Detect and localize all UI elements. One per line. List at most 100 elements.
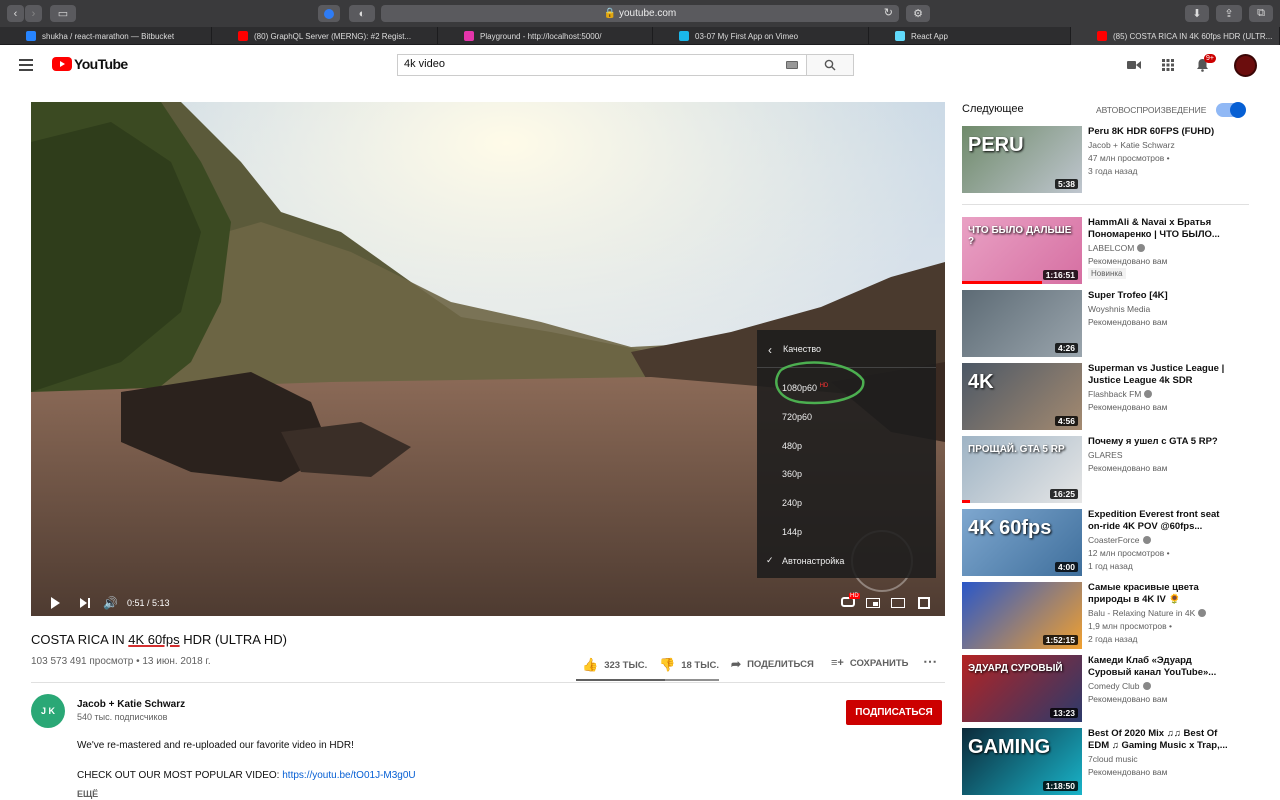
recommended-channel[interactable]: LABELCOM <box>1088 243 1146 253</box>
video-thumbnail[interactable]: 4:26 <box>962 290 1082 357</box>
hd-settings-icon[interactable]: HD <box>849 593 860 599</box>
recommended-channel[interactable]: 7cloud music <box>1088 754 1138 764</box>
back-button[interactable]: ‹ <box>7 5 24 22</box>
playlist-add-icon: ≡+ <box>831 657 844 669</box>
recommended-title[interactable]: Почему я ушел с GTA 5 RP? <box>1088 436 1238 448</box>
search-input[interactable]: 4k video <box>397 54 807 76</box>
title-line: Пономаренко | ЧТО БЫЛО... <box>1088 228 1220 240</box>
shield-icon[interactable]: ◐ <box>349 5 375 22</box>
video-thumbnail[interactable]: 4K 4:56 <box>962 363 1082 430</box>
recommended-title[interactable]: Best Of 2020 Mix ♫♫ Best Of EDM ♫ Gaming … <box>1088 728 1238 751</box>
recommended-video[interactable]: 1:52:15 Самые красивые цвета природы в 4K … <box>962 582 1250 650</box>
recommended-video[interactable]: ЧТО БЫЛО ДАЛЬШЕ ? 1:16:51 HammAli & Navai … <box>962 217 1250 285</box>
recommended-channel[interactable]: Woyshnis Media <box>1088 304 1150 314</box>
recommended-title[interactable]: Superman vs Justice League | Justice Leag… <box>1088 363 1238 386</box>
logo-text: YouTube <box>74 56 128 72</box>
user-avatar[interactable] <box>1234 54 1257 77</box>
recommended-channel[interactable]: Jacob + Katie Schwarz <box>1088 140 1175 150</box>
show-more-button[interactable]: ЕЩЁ <box>77 789 98 799</box>
search-button[interactable] <box>807 54 854 76</box>
video-thumbnail[interactable]: ПРОЩАЙ. GTA 5 RP 16:25 <box>962 436 1082 503</box>
video-thumbnail[interactable]: ЧТО БЫЛО ДАЛЬШЕ ? 1:16:51 <box>962 217 1082 284</box>
recommended-video[interactable]: GAMING 1:18:50 Best Of 2020 Mix ♫♫ Best Of… <box>962 728 1250 796</box>
channel-avatar[interactable]: J K <box>31 694 65 728</box>
channel-label: Woyshnis Media <box>1088 304 1151 314</box>
share-icon[interactable]: ⇪ <box>1216 5 1242 22</box>
video-thumbnail[interactable]: GAMING 1:18:50 <box>962 728 1082 795</box>
save-button[interactable]: ≡+ СОХРАНИТЬ <box>831 657 909 669</box>
description-link[interactable]: https://youtu.be/tO01J-M3g0U <box>282 770 415 781</box>
video-duration: 4:26 <box>1054 343 1078 353</box>
recommended-video[interactable]: 4K 4:56 Superman vs Justice League | Justic… <box>962 363 1250 431</box>
apps-grid-icon[interactable] <box>1159 56 1177 74</box>
recommended-title[interactable]: Peru 8K HDR 60FPS (FUHD) <box>1088 126 1238 138</box>
recommended-title[interactable]: HammAli & Navai x Братья Пономаренко | ЧТ… <box>1088 217 1238 240</box>
autoplay-toggle[interactable] <box>1216 102 1246 118</box>
theater-mode-icon[interactable] <box>891 598 905 608</box>
channel-avatar-text: J K <box>40 706 55 716</box>
next-icon[interactable] <box>80 598 92 608</box>
recommended-video[interactable]: ПРОЩАЙ. GTA 5 RP 16:25 Почему я ушел с GTA… <box>962 436 1250 504</box>
verified-check-icon <box>1144 390 1153 398</box>
extension-icon[interactable] <box>318 5 340 22</box>
channel-label: CoasterForce <box>1088 535 1140 545</box>
subscribe-button[interactable]: ПОДПИСАТЬСЯ <box>846 700 942 725</box>
sentiment-like-fill <box>576 679 665 681</box>
volume-icon[interactable]: 🔊 <box>103 596 118 610</box>
quality-menu: ‹ Качество 1080p60 HD 720p60 480p 360p 2… <box>757 330 936 578</box>
sentiment-bar <box>576 679 719 681</box>
video-thumbnail[interactable]: ЭДУАРД СУРОВЫЙ 13:23 <box>962 655 1082 722</box>
dislike-button[interactable]: 👎 18 ТЫС. <box>659 657 719 673</box>
fullscreen-icon[interactable] <box>918 597 930 609</box>
like-button[interactable]: 👍 323 ТЫС. <box>582 657 647 673</box>
download-icon[interactable]: ⬇ <box>1185 5 1209 22</box>
quality-option[interactable]: 240p <box>782 498 802 508</box>
quality-option[interactable]: 144p <box>782 527 802 537</box>
browser-tab[interactable]: (85) COSTA RICA IN 4K 60fps HDR (ULTR... <box>1071 27 1280 45</box>
video-duration: 16:25 <box>1050 489 1078 499</box>
tabs-overview-icon[interactable]: ⧉ <box>1249 5 1273 22</box>
browser-tab[interactable]: Playground - http://localhost:5000/ <box>438 27 653 45</box>
recommended-video[interactable]: PERU 5:38 Peru 8K HDR 60FPS (FUHD) Jacob + … <box>962 126 1250 194</box>
sidebar-toggle-icon[interactable]: ▭ <box>50 5 76 22</box>
recommended-video[interactable]: ЭДУАРД СУРОВЫЙ 13:23 Камеди Клаб «Эдуард Су… <box>962 655 1250 723</box>
quality-option[interactable]: 360p <box>782 469 802 479</box>
recommended-channel[interactable]: CoasterForce <box>1088 535 1151 545</box>
reload-icon[interactable]: ↻ <box>884 6 893 19</box>
recommended-title[interactable]: Expedition Everest front seat on-ride 4K … <box>1088 509 1238 532</box>
quality-option[interactable]: 720p60 <box>782 412 812 422</box>
video-thumbnail[interactable]: 1:52:15 <box>962 582 1082 649</box>
youtube-logo[interactable]: YouTube <box>52 56 128 72</box>
recommended-title[interactable]: Самые красивые цвета природы в 4K IV 🌻 <box>1088 582 1238 605</box>
recommended-channel[interactable]: Flashback FM <box>1088 389 1153 399</box>
recommended-channel[interactable]: Balu - Relaxing Nature in 4K <box>1088 608 1207 618</box>
menu-icon[interactable] <box>19 59 33 71</box>
title-line: Superman vs Justice League | <box>1088 363 1225 374</box>
quality-option-auto[interactable]: ✓ Автонастройка <box>766 555 844 566</box>
browser-tab[interactable]: shukha / react-marathon — Bitbucket <box>0 27 212 45</box>
recommended-video[interactable]: 4K 60fps 4:00 Expedition Everest front sea… <box>962 509 1250 577</box>
recommended-title[interactable]: Super Trofeo [4K] <box>1088 290 1238 302</box>
quality-option[interactable]: 480p <box>782 441 802 451</box>
browser-tab[interactable]: (80) GraphQL Server (MERNG): #2 Regist..… <box>212 27 438 45</box>
miniplayer-icon[interactable] <box>866 598 880 608</box>
recommended-age: 3 года назад <box>1088 166 1138 176</box>
settings-gear-icon[interactable]: ⚙ <box>906 5 930 22</box>
browser-tab[interactable]: React App <box>869 27 1071 45</box>
recommended-video[interactable]: 4:26 Super Trofeo [4K] Woyshnis Media Реком… <box>962 290 1250 358</box>
keyboard-icon[interactable] <box>786 61 798 69</box>
recommended-channel[interactable]: Comedy Club <box>1088 681 1151 691</box>
address-bar[interactable]: 🔒 youtube.com ↻ <box>381 5 899 22</box>
more-actions-icon[interactable]: ⋯ <box>923 653 937 670</box>
share-button[interactable]: ➦ ПОДЕЛИТЬСЯ <box>731 657 814 671</box>
forward-button[interactable]: › <box>25 5 42 22</box>
channel-name[interactable]: Jacob + Katie Schwarz <box>77 699 185 710</box>
recommended-channel[interactable]: GLARES <box>1088 450 1123 460</box>
video-thumbnail[interactable]: PERU 5:38 <box>962 126 1082 193</box>
create-video-icon[interactable] <box>1125 56 1143 74</box>
recommended-title[interactable]: Камеди Клаб «Эдуард Суровый канал YouTube… <box>1088 655 1238 678</box>
tab-favicon-icon <box>238 31 248 41</box>
browser-tab[interactable]: 03-07 My First App on Vimeo <box>653 27 869 45</box>
play-icon[interactable] <box>51 597 60 609</box>
video-thumbnail[interactable]: 4K 60fps 4:00 <box>962 509 1082 576</box>
